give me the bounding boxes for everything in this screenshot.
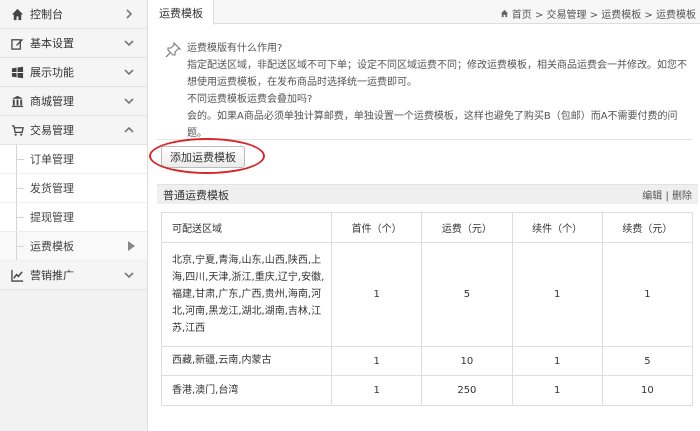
main-content: 运费模板 首页 > 交易管理 > 运费模板 > 运费模板 运费模版有什么作用? … <box>149 0 700 431</box>
help-panel: 运费模版有什么作用? 指定配送区域，非配送区域不可下单；设定不同区域运费不同；修… <box>157 34 692 140</box>
column-header: 续件（个） <box>511 212 603 243</box>
top-bar: 运费模板 首页 > 交易管理 > 运费模板 > 运费模板 <box>149 0 700 25</box>
column-header: 运费（元） <box>421 212 513 243</box>
help-answer-1: 指定配送区域，非配送区域不可下单；设定不同区域运费不同；修改运费模板，相关商品运… <box>187 60 687 88</box>
breadcrumb-text[interactable]: 首页 > 交易管理 > 运费模板 > 运费模板 <box>512 10 696 21</box>
fee-cell: 250 <box>421 375 513 406</box>
sidebar-item-label: 商城管理 <box>30 95 74 108</box>
chevron-down-icon <box>123 269 135 281</box>
column-header: 可配送区域 <box>161 212 332 243</box>
region-cell: 北京,宁夏,青海,山东,山西,陕西,上海,四川,天津,浙江,重庆,辽宁,安徽,福… <box>161 242 332 347</box>
template-title: 普通运费模板 <box>163 188 229 202</box>
column-header: 续费（元） <box>601 212 694 243</box>
first-qty-cell: 1 <box>330 346 423 376</box>
first-qty-cell: 1 <box>330 242 423 347</box>
column-header: 首件（个） <box>330 212 423 243</box>
template-actions: 编辑 | 删除 <box>642 187 692 202</box>
sidebar-subitem-label: 运费模板 <box>30 240 74 253</box>
sidebar-subitem-label: 订单管理 <box>30 153 74 166</box>
tab-label: 运费模板 <box>159 6 203 20</box>
template-header: 普通运费模板 编辑 | 删除 <box>157 184 698 204</box>
region-cell: 香港,澳门,台湾 <box>161 375 332 406</box>
table-row: 香港,澳门,台湾 1 250 1 10 <box>161 375 694 406</box>
extra-fee-cell: 5 <box>601 346 694 376</box>
sidebar-item-label: 营销推广 <box>30 269 74 282</box>
sidebar-subitem-orders[interactable]: 订单管理 <box>0 145 147 174</box>
bank-icon <box>10 94 24 108</box>
dashboard-icon <box>10 7 24 21</box>
chevron-down-icon <box>123 66 135 78</box>
chevron-up-icon <box>123 124 135 136</box>
breadcrumb: 首页 > 交易管理 > 运费模板 > 运费模板 <box>500 6 696 21</box>
table-row: 西藏,新疆,云南,内蒙古 1 10 1 5 <box>161 346 694 376</box>
extra-qty-cell: 1 <box>511 375 603 406</box>
extra-qty-cell: 1 <box>511 346 603 376</box>
chevron-right-icon <box>123 8 135 20</box>
sidebar-item-basic-settings[interactable]: 基本设置 <box>0 29 147 58</box>
sidebar-subitem-freight-template[interactable]: 运费模板 <box>0 232 147 261</box>
sidebar: 控制台 基本设置 展示功能 商城管理 交易管理 订单管理 发货管理 提现管理 运… <box>0 0 148 431</box>
active-indicator-icon <box>128 241 135 251</box>
table-row: 北京,宁夏,青海,山东,山西,陕西,上海,四川,天津,浙江,重庆,辽宁,安徽,福… <box>161 242 694 347</box>
help-answer-2: 会的。如果A商品必须单独计算邮费，单独设置一个运费模板，这样也避免了购买B（包邮… <box>187 111 678 139</box>
help-question-1: 运费模版有什么作用? <box>187 43 283 54</box>
fee-cell: 5 <box>421 242 513 347</box>
action-separator: | <box>662 191 672 202</box>
windows-icon <box>10 65 24 79</box>
fee-cell: 10 <box>421 346 513 376</box>
delete-link[interactable]: 删除 <box>672 191 692 202</box>
chevron-down-icon <box>123 95 135 107</box>
tab-freight-template[interactable]: 运费模板 <box>149 0 214 25</box>
pushpin-icon <box>165 41 182 58</box>
region-cell: 西藏,新疆,云南,内蒙古 <box>161 346 332 376</box>
sidebar-item-label: 基本设置 <box>30 37 74 50</box>
sidebar-subitem-withdrawal[interactable]: 提现管理 <box>0 203 147 232</box>
extra-qty-cell: 1 <box>511 242 603 347</box>
sidebar-item-label: 交易管理 <box>30 124 74 137</box>
extra-fee-cell: 1 <box>601 242 694 347</box>
first-qty-cell: 1 <box>330 375 423 406</box>
help-question-2: 不同运费模板运费会叠加吗? <box>187 94 313 105</box>
table-header-row: 可配送区域 首件（个） 运费（元） 续件（个） 续费（元） <box>161 212 694 243</box>
sidebar-item-dashboard[interactable]: 控制台 <box>0 0 147 29</box>
chevron-down-icon <box>123 37 135 49</box>
sidebar-item-label: 控制台 <box>30 8 63 21</box>
sidebar-item-trade[interactable]: 交易管理 <box>0 116 147 145</box>
home-icon <box>500 9 512 21</box>
extra-fee-cell: 10 <box>601 375 694 406</box>
trade-submenu: 订单管理 发货管理 提现管理 运费模板 <box>0 145 147 261</box>
sidebar-subitem-shipping[interactable]: 发货管理 <box>0 174 147 203</box>
edit-link[interactable]: 编辑 <box>642 191 662 202</box>
freight-table: 可配送区域 首件（个） 运费（元） 续件（个） 续费（元） 北京,宁夏,青海,山… <box>161 212 694 406</box>
sidebar-item-display[interactable]: 展示功能 <box>0 58 147 87</box>
sidebar-subitem-label: 提现管理 <box>30 211 74 224</box>
sidebar-item-marketing[interactable]: 营销推广 <box>0 261 147 290</box>
sidebar-item-label: 展示功能 <box>30 66 74 79</box>
chart-icon <box>10 268 24 282</box>
sidebar-item-mall[interactable]: 商城管理 <box>0 87 147 116</box>
add-freight-template-button[interactable]: 添加运费模板 <box>161 146 245 168</box>
sidebar-subitem-label: 发货管理 <box>30 182 74 195</box>
cart-icon <box>10 123 24 137</box>
edit-icon <box>10 36 24 50</box>
